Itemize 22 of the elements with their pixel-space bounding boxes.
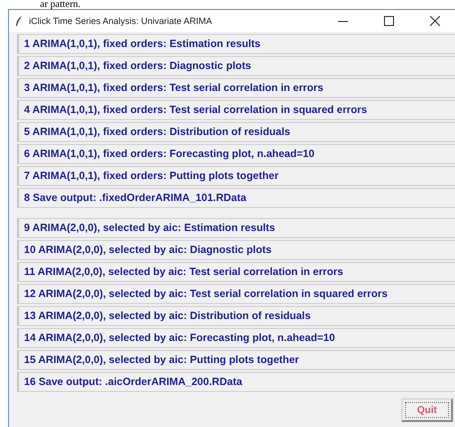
menu-button[interactable]: 14 ARIMA(2,0,0), selected by aic: Forecasting plot, n.ahead=10 <box>17 328 455 348</box>
maximize-icon[interactable] <box>384 16 394 26</box>
menu-button[interactable]: 16 Save output: .aicOrderARIMA_200.RData <box>17 372 455 392</box>
menu-button[interactable]: 5 ARIMA(1,0,1), fixed orders: Distribution of residuals <box>17 122 455 142</box>
close-icon[interactable] <box>430 16 440 26</box>
menu-button[interactable]: 10 ARIMA(2,0,0), selected by aic: Diagnostic plots <box>17 240 455 260</box>
menu-button[interactable]: 3 ARIMA(1,0,1), fixed orders: Test serial correlation in errors <box>17 78 455 98</box>
menu-button[interactable]: 12 ARIMA(2,0,0), selected by aic: Test serial correlation in squared errors <box>17 284 455 304</box>
menu-button[interactable]: 9 ARIMA(2,0,0), selected by aic: Estimation results <box>17 218 455 238</box>
menu-button[interactable]: 15 ARIMA(2,0,0), selected by aic: Putting plots together <box>17 350 455 370</box>
document-text: ar pattern. <box>39 0 82 9</box>
menu-button[interactable]: 8 Save output: .fixedOrderARIMA_101.RData <box>17 188 455 208</box>
menu-button[interactable]: 11 ARIMA(2,0,0), selected by aic: Test serial correlation in errors <box>17 262 455 282</box>
menu-button[interactable]: 4 ARIMA(1,0,1), fixed orders: Test serial correlation in squared errors <box>17 100 455 120</box>
menu-button[interactable]: 1 ARIMA(1,0,1), fixed orders: Estimation results <box>17 34 455 54</box>
window-title: iClick Time Series Analysis: Univariate ARIMA <box>29 16 214 26</box>
feather-icon <box>15 16 23 26</box>
menu-button[interactable]: 6 ARIMA(1,0,1), fixed orders: Forecasting plot, n.ahead=10 <box>17 144 455 164</box>
menu-button[interactable]: 7 ARIMA(1,0,1), fixed orders: Putting plots together <box>17 166 455 186</box>
menu-button[interactable]: 2 ARIMA(1,0,1), fixed orders: Diagnostic plots <box>17 56 455 76</box>
menu-button[interactable]: 13 ARIMA(2,0,0), selected by aic: Distribution of residuals <box>17 306 455 326</box>
minimize-icon[interactable] <box>338 20 348 22</box>
